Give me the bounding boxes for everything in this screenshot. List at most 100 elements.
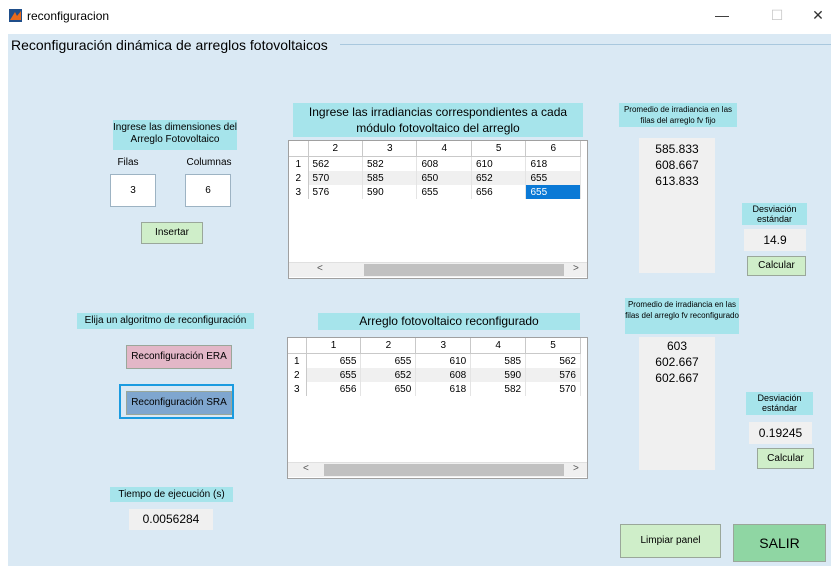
horizontal-scrollbar[interactable]: < >: [289, 262, 587, 277]
table-cell[interactable]: 585: [470, 353, 527, 368]
table-cell[interactable]: 655: [306, 353, 362, 368]
table-cell[interactable]: 576: [525, 368, 581, 382]
table-cell[interactable]: 618: [415, 382, 472, 396]
clear-panel-button[interactable]: Limpiar panel: [620, 524, 721, 558]
column-header[interactable]: 1: [306, 338, 362, 354]
table-row: 2 570 585 650 652 655: [289, 171, 581, 185]
reconfigured-average-value: 602.667: [655, 355, 699, 369]
reconfigured-average-heading: Promedio de irradiancia en las filas del…: [625, 298, 739, 334]
close-button[interactable]: ✕: [803, 4, 831, 26]
table-cell[interactable]: 618: [525, 156, 581, 171]
calculate-button-reconfigured[interactable]: Calcular: [757, 448, 814, 469]
table-cell[interactable]: 650: [416, 171, 472, 185]
table-cell[interactable]: 576: [308, 185, 364, 199]
std-dev-heading: Desviación estándar: [742, 203, 807, 225]
panel-border-line: [340, 44, 831, 45]
std-dev-heading-reconfigured: Desviación estándar: [746, 392, 813, 415]
rows-label: Filas: [117, 157, 139, 168]
calculate-button[interactable]: Calcular: [747, 256, 806, 276]
table-cell[interactable]: 656: [471, 185, 527, 199]
fixed-average-readout: 585.833 608.667 613.833: [639, 138, 715, 273]
irradiance-table-heading: Ingrese las irradiancias correspondiente…: [293, 103, 583, 137]
column-header[interactable]: 4: [470, 338, 527, 354]
column-header[interactable]: 2: [308, 141, 364, 157]
horizontal-scrollbar[interactable]: < >: [288, 462, 587, 477]
table-cell[interactable]: 650: [360, 382, 417, 396]
irradiance-table[interactable]: 2 3 4 5 6 1 562 582 608 610 618 2 570 58…: [288, 140, 588, 279]
reconfigured-average-value: 602.667: [655, 371, 699, 385]
table-cell[interactable]: 655: [306, 368, 362, 382]
column-header[interactable]: 5: [525, 338, 581, 354]
corner-cell: [288, 338, 307, 354]
exit-button[interactable]: SALIR: [733, 524, 826, 562]
panel-title: Reconfiguración dinámica de arreglos fot…: [11, 37, 332, 53]
table-cell[interactable]: 608: [415, 368, 472, 382]
row-number: 3: [289, 185, 309, 199]
table-cell[interactable]: 590: [362, 185, 418, 199]
table-cell[interactable]: 655: [360, 353, 417, 368]
table-cell[interactable]: 652: [471, 171, 527, 185]
column-header[interactable]: 6: [525, 141, 581, 157]
columns-input[interactable]: 6: [185, 174, 231, 207]
column-header[interactable]: 5: [471, 141, 527, 157]
table-cell[interactable]: 610: [415, 353, 472, 368]
reconfigured-table[interactable]: 1 2 3 4 5 1 655 655 610 585 562 2 655 65…: [287, 337, 588, 479]
table-cell[interactable]: 610: [471, 156, 527, 171]
minimize-button[interactable]: —: [707, 4, 737, 26]
table-cell[interactable]: 570: [308, 171, 364, 185]
row-number: 2: [288, 368, 307, 382]
dimensions-heading: Ingrese las dimensiones del Arreglo Foto…: [113, 120, 237, 150]
table-header-row: 1 2 3 4 5: [288, 338, 581, 354]
table-cell[interactable]: 582: [470, 382, 527, 396]
scroll-right-icon[interactable]: >: [573, 263, 579, 274]
column-header[interactable]: 4: [416, 141, 472, 157]
fixed-average-value: 608.667: [655, 158, 699, 172]
table-cell[interactable]: 582: [362, 156, 418, 171]
table-row: 3 656 650 618 582 570: [288, 382, 581, 396]
row-number: 2: [289, 171, 309, 185]
window-title: reconfiguracion: [27, 9, 110, 23]
reconfigured-average-value: 603: [666, 339, 688, 353]
matlab-app-icon: [9, 9, 22, 22]
table-cell[interactable]: 585: [362, 171, 418, 185]
table-row: 3 576 590 655 656 655: [289, 185, 581, 199]
table-cell[interactable]: 655: [416, 185, 472, 199]
table-cell[interactable]: 590: [470, 368, 527, 382]
algorithm-heading: Elija un algoritmo de reconfiguración: [77, 313, 254, 329]
table-cell[interactable]: 655: [525, 171, 581, 185]
fixed-average-heading: Promedio de irradiancia en las filas del…: [619, 103, 737, 127]
scroll-left-icon[interactable]: <: [317, 263, 323, 274]
reconfigured-table-heading: Arreglo fotovoltaico reconfigurado: [318, 313, 580, 330]
selected-table-cell[interactable]: 655: [525, 185, 581, 199]
table-cell[interactable]: 656: [306, 382, 362, 396]
table-row: 1 562 582 608 610 618: [289, 156, 581, 171]
column-header[interactable]: 3: [362, 141, 418, 157]
scrollbar-thumb[interactable]: [364, 264, 564, 276]
sra-button[interactable]: Reconfiguración SRA: [126, 391, 232, 415]
table-cell[interactable]: 562: [308, 156, 364, 171]
row-number: 1: [288, 353, 307, 368]
table-row: 2 655 652 608 590 576: [288, 368, 581, 382]
row-number: 1: [289, 156, 309, 171]
table-cell[interactable]: 652: [360, 368, 417, 382]
insert-button[interactable]: Insertar: [141, 222, 203, 244]
table-header-row: 2 3 4 5 6: [289, 141, 581, 157]
table-row: 1 655 655 610 585 562: [288, 353, 581, 368]
column-header[interactable]: 3: [415, 338, 472, 354]
column-header[interactable]: 2: [360, 338, 417, 354]
scroll-right-icon[interactable]: >: [573, 463, 579, 474]
execution-time-heading: Tiempo de ejecución (s): [110, 487, 233, 502]
reconfigured-average-readout: 603 602.667 602.667: [639, 337, 715, 470]
table-cell[interactable]: 562: [525, 353, 581, 368]
fixed-average-value: 613.833: [655, 174, 699, 188]
maximize-button[interactable]: ☐: [762, 4, 792, 26]
corner-cell: [289, 141, 309, 157]
std-dev-value: 14.9: [744, 229, 806, 251]
scrollbar-thumb[interactable]: [324, 464, 564, 476]
scroll-left-icon[interactable]: <: [303, 463, 309, 474]
fixed-average-value: 585.833: [655, 142, 699, 156]
table-cell[interactable]: 608: [416, 156, 472, 171]
era-button[interactable]: Reconfiguración ERA: [126, 345, 232, 369]
rows-input[interactable]: 3: [110, 174, 156, 207]
table-cell[interactable]: 570: [525, 382, 581, 396]
